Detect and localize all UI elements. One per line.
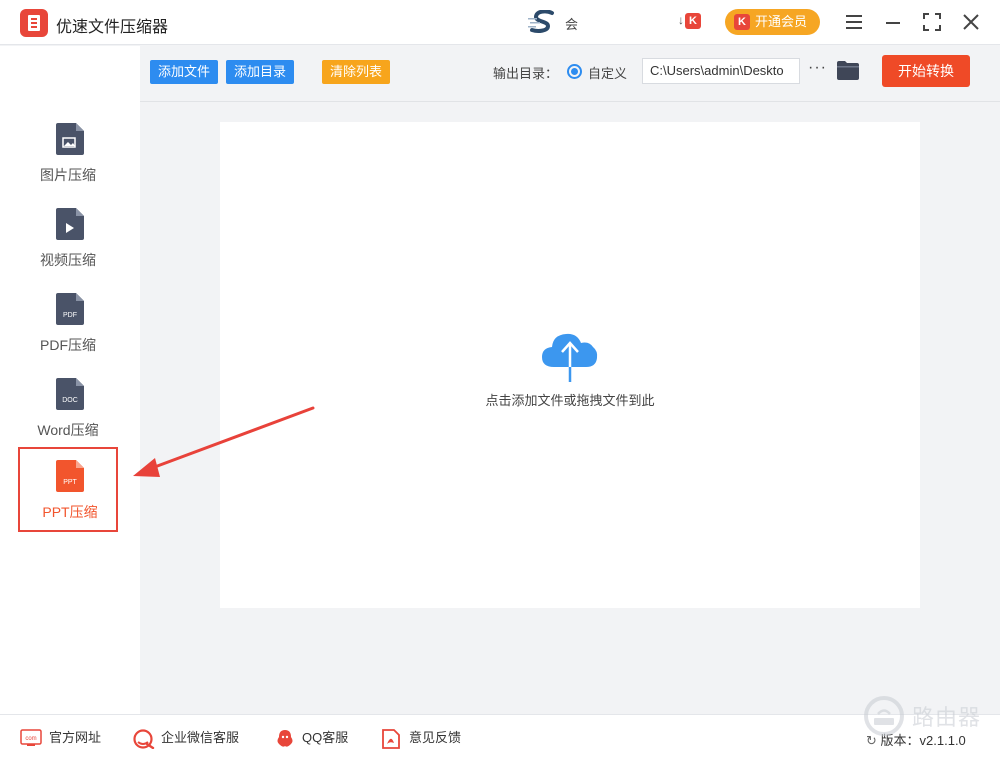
sidebar-item-image-compress[interactable]: 图片压缩 [18, 110, 118, 195]
sidebar-item-label: 视频压缩 [40, 252, 96, 268]
add-file-button[interactable]: 添加文件 [150, 60, 219, 84]
user-logo-icon [528, 10, 554, 33]
sidebar-item-label: Word压缩 [37, 422, 99, 438]
more-options-icon[interactable]: ··· [808, 59, 827, 77]
sidebar-item-video-compress[interactable]: 视频压缩 [18, 195, 118, 280]
website-icon: com [20, 729, 42, 746]
sidebar-item-label: 图片压缩 [40, 167, 96, 183]
official-website-label: 官方网址 [49, 730, 102, 745]
cloud-upload-icon [542, 333, 598, 382]
vip-status[interactable]: ↓ K [678, 13, 701, 29]
app-logo-icon [20, 9, 48, 37]
sidebar: 图片压缩 视频压缩 PDF PDF压缩 DOC Word压缩 PPT PPT压缩 [0, 46, 140, 714]
footer: com 官方网址 企业微信客服 QQ客服 意见反馈 ↻ 版本：v2.1.1.0 [0, 714, 1000, 760]
start-convert-button[interactable]: 开始转换 [882, 55, 970, 87]
image-file-icon [56, 123, 84, 155]
wechat-support-link[interactable]: 企业微信客服 [133, 729, 248, 749]
pdf-badge: PDF [63, 312, 77, 319]
qq-support-label: QQ客服 [302, 730, 349, 745]
refresh-icon[interactable]: ↻ [866, 733, 877, 748]
menu-icon[interactable] [842, 10, 866, 34]
sidebar-item-label: PDF压缩 [40, 337, 96, 353]
wechat-support-label: 企业微信客服 [161, 730, 240, 745]
user-name[interactable]: 会 [565, 14, 578, 33]
output-path-field[interactable]: C:\Users\admin\Deskto [642, 58, 800, 84]
download-arrow-icon: ↓ [678, 13, 684, 28]
minimize-icon[interactable] [881, 10, 905, 34]
open-vip-label: 开通会员 [755, 14, 808, 29]
title-bar: 优速文件压缩器 会 ↓ K K 开通会员 [0, 0, 1000, 45]
open-vip-button[interactable]: K 开通会员 [725, 9, 820, 35]
sidebar-item-pdf-compress[interactable]: PDF PDF压缩 [18, 280, 118, 365]
wechat-service-icon [133, 729, 155, 749]
maximize-icon[interactable] [920, 10, 944, 34]
feedback-label: 意见反馈 [409, 730, 462, 745]
folder-icon[interactable] [837, 61, 859, 80]
add-directory-button[interactable]: 添加目录 [226, 60, 295, 84]
close-icon[interactable] [959, 10, 983, 34]
vip-k-icon: K [734, 14, 750, 30]
file-drop-zone[interactable]: 点击添加文件或拖拽文件到此 [220, 122, 920, 608]
pdf-file-icon: PDF [56, 293, 84, 325]
output-directory-label: 输出目录： [493, 66, 559, 81]
ppt-badge: PPT [63, 479, 77, 486]
sidebar-item-label: PPT压缩 [42, 504, 98, 520]
app-title: 优速文件压缩器 [56, 19, 169, 36]
sidebar-item-word-compress[interactable]: DOC Word压缩 [18, 365, 118, 450]
video-file-icon [56, 208, 84, 240]
feedback-pdf-icon [382, 729, 400, 749]
official-website-link[interactable]: com 官方网址 [20, 729, 110, 749]
doc-badge: DOC [62, 397, 78, 404]
version-label: 版本：v2.1.1.0 [880, 733, 966, 748]
toolbar: 添加文件 添加目录 清除列表 输出目录： 自定义 C:\Users\admin\… [140, 46, 1000, 102]
version-text: ↻ 版本：v2.1.1.0 [866, 730, 966, 749]
qq-support-link[interactable]: QQ客服 [275, 729, 355, 749]
clear-list-button[interactable]: 清除列表 [322, 60, 391, 84]
feedback-link[interactable]: 意见反馈 [382, 729, 467, 749]
svg-text:com: com [25, 736, 36, 742]
custom-output-label[interactable]: 自定义 [588, 63, 627, 82]
vip-k-icon: K [685, 13, 701, 29]
doc-file-icon: DOC [56, 378, 84, 410]
qq-icon [277, 730, 293, 747]
ppt-file-icon: PPT [56, 460, 84, 492]
custom-output-radio[interactable] [567, 64, 582, 79]
drop-hint-text: 点击添加文件或拖拽文件到此 [485, 393, 655, 408]
sidebar-item-ppt-compress[interactable]: PPT PPT压缩 [18, 447, 118, 532]
